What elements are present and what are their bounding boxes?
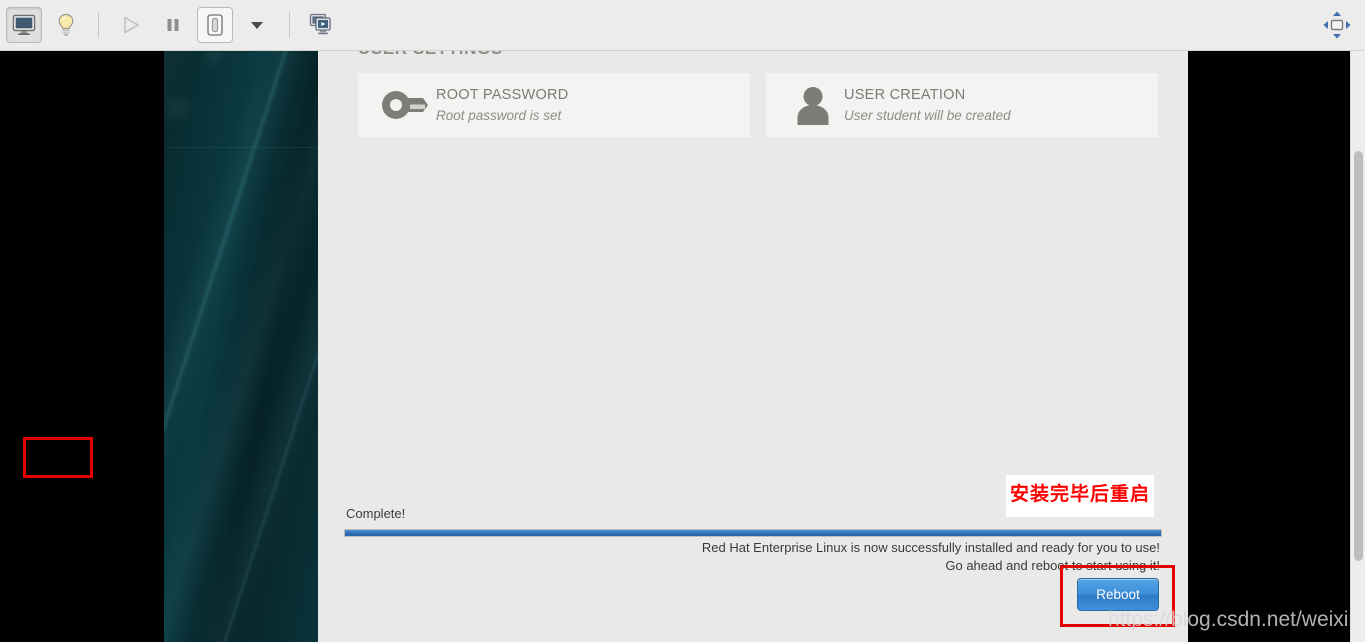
section-title-user-settings: USER SETTINGS bbox=[358, 51, 503, 59]
vertical-scrollbar[interactable] bbox=[1350, 51, 1365, 642]
power-dropdown-button[interactable] bbox=[239, 7, 275, 43]
root-password-title: ROOT PASSWORD bbox=[436, 86, 569, 103]
vertical-scrollbar-thumb[interactable] bbox=[1354, 151, 1363, 561]
anaconda-installer-window: USER SETTINGS ROOT PASSWORD Root passwor… bbox=[318, 51, 1188, 642]
key-icon bbox=[374, 85, 436, 125]
annotation-box-complete bbox=[23, 437, 93, 478]
power-button[interactable] bbox=[197, 7, 233, 43]
progress-status-label: Complete! bbox=[346, 506, 406, 521]
root-password-subtitle: Root password is set bbox=[436, 107, 562, 123]
monitor-icon bbox=[12, 14, 36, 36]
vm-toolbar bbox=[0, 0, 1365, 51]
root-password-card[interactable]: ROOT PASSWORD Root password is set bbox=[358, 73, 750, 137]
desktop-black-left bbox=[0, 51, 164, 642]
rhel-wallpaper bbox=[164, 51, 318, 642]
desktop-black-right bbox=[1188, 51, 1365, 642]
play-button[interactable] bbox=[113, 7, 149, 43]
show-console-button[interactable] bbox=[6, 7, 42, 43]
wallpaper-orb bbox=[200, 51, 226, 69]
user-creation-title: USER CREATION bbox=[844, 86, 966, 103]
toolbar-separator-2 bbox=[289, 12, 290, 38]
annotation-chinese-note: 安装完毕后重启 bbox=[1006, 475, 1154, 517]
root-password-text: ROOT PASSWORD Root password is set bbox=[436, 85, 568, 126]
reboot-button[interactable]: Reboot bbox=[1077, 578, 1159, 611]
user-creation-subtitle: User student will be created bbox=[844, 107, 1011, 123]
pause-icon bbox=[163, 15, 183, 35]
fit-window-icon bbox=[1322, 10, 1352, 40]
power-toggle-icon bbox=[207, 14, 223, 36]
lightbulb-icon bbox=[56, 13, 76, 37]
wallpaper-orb bbox=[164, 91, 194, 125]
watermark-text: https://blog.csdn.net/weixin_45775963 bbox=[1108, 608, 1365, 631]
toolbar-separator-1 bbox=[98, 12, 99, 38]
finish-line-1: Red Hat Enterprise Linux is now successf… bbox=[701, 540, 1160, 555]
chevron-down-icon bbox=[250, 20, 264, 30]
user-creation-card[interactable]: USER CREATION User student will be creat… bbox=[766, 73, 1158, 137]
install-progress-bar bbox=[344, 529, 1162, 537]
install-progress-fill bbox=[345, 530, 1161, 536]
screen: USER SETTINGS ROOT PASSWORD Root passwor… bbox=[0, 0, 1365, 642]
user-icon bbox=[782, 84, 844, 126]
user-creation-text: USER CREATION User student will be creat… bbox=[844, 85, 1011, 126]
screens-button[interactable] bbox=[304, 7, 340, 43]
user-settings-cards: ROOT PASSWORD Root password is set USER … bbox=[358, 73, 1158, 137]
fit-to-window-button[interactable] bbox=[1319, 7, 1355, 43]
play-icon bbox=[120, 14, 142, 36]
hints-button[interactable] bbox=[48, 7, 84, 43]
multi-monitor-icon bbox=[309, 13, 335, 37]
pause-button[interactable] bbox=[155, 7, 191, 43]
wallpaper-hairline bbox=[164, 147, 318, 148]
